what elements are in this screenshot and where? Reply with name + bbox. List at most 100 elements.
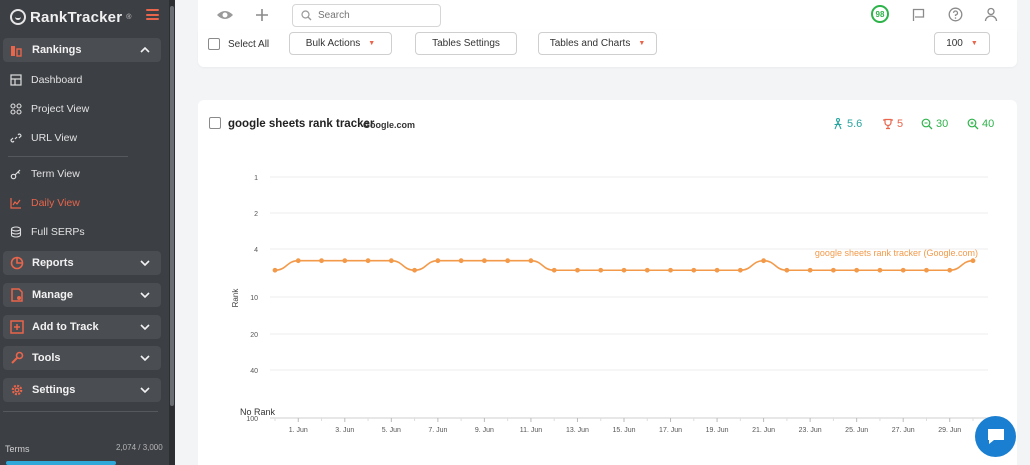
chat-button[interactable] xyxy=(975,416,1016,457)
best-position-stat: 5 xyxy=(882,118,903,130)
nav-item-full-serps[interactable]: Full SERPs xyxy=(10,222,160,242)
chevron-down-icon[interactable] xyxy=(137,353,153,364)
tables-settings-button[interactable]: Tables Settings xyxy=(415,32,517,55)
nav-group-manage[interactable]: Manage xyxy=(3,283,161,307)
search-icon xyxy=(301,10,312,21)
data-point xyxy=(877,267,883,273)
sidebar-scrollbar-thumb[interactable] xyxy=(170,6,174,406)
x-tick-label: 1. Jun xyxy=(289,427,308,434)
nav-item-project-view[interactable]: Project View xyxy=(10,99,160,119)
chevron-down-icon[interactable] xyxy=(137,290,153,301)
user-icon[interactable] xyxy=(983,6,999,22)
nav-item-label: Dashboard xyxy=(31,74,83,86)
data-point xyxy=(295,258,301,264)
page-size-select[interactable]: 100 ▼ xyxy=(934,32,990,55)
y-tick-label: 2 xyxy=(254,211,258,218)
data-point xyxy=(528,258,534,264)
data-point xyxy=(668,267,673,273)
nav-item-label: Project View xyxy=(31,103,90,115)
eye-icon[interactable] xyxy=(216,7,234,23)
x-tick-label: 29. Jun xyxy=(938,427,961,434)
data-point xyxy=(272,267,278,273)
plus-square-icon xyxy=(10,320,24,334)
data-point xyxy=(691,267,697,273)
nav-group-settings[interactable]: Settings xyxy=(3,378,161,402)
nav-item-label: URL View xyxy=(31,132,78,144)
y-tick-label: 20 xyxy=(250,332,258,339)
y-tick-label: 10 xyxy=(250,295,258,302)
nav-group-rankings[interactable]: Rankings xyxy=(3,38,161,62)
nav-item-term-view[interactable]: Term View xyxy=(10,164,160,184)
tables-and-charts-dropdown[interactable]: Tables and Charts ▼ xyxy=(538,32,657,55)
caret-down-icon: ▼ xyxy=(368,40,376,47)
search-zoom-icon xyxy=(921,118,933,130)
search-stat-2-value: 40 xyxy=(982,118,995,130)
data-point xyxy=(575,267,580,273)
person-icon xyxy=(834,118,842,130)
health-score-badge[interactable]: 98 xyxy=(871,5,889,23)
select-all-label[interactable]: Select All xyxy=(228,39,269,50)
sidebar-scrollbar[interactable] xyxy=(169,0,175,465)
select-all-checkbox[interactable] xyxy=(208,38,220,50)
data-point xyxy=(412,267,417,273)
rankings-icon xyxy=(10,43,24,57)
avg-position-stat: 5.6 xyxy=(832,118,862,130)
data-point xyxy=(458,258,464,264)
data-point xyxy=(388,258,394,264)
nav-item-url-view[interactable]: URL View xyxy=(10,128,160,148)
data-point xyxy=(854,267,860,273)
chevron-up-icon[interactable] xyxy=(137,45,153,56)
series-label: google sheets rank tracker (Google.com) xyxy=(815,248,978,258)
nav-group-tools[interactable]: Tools xyxy=(3,346,161,370)
search-stat-1-value: 30 xyxy=(936,118,949,130)
nav-item-label: Full SERPs xyxy=(31,226,85,238)
data-point xyxy=(551,267,557,273)
chevron-down-icon[interactable] xyxy=(137,385,153,396)
bulk-actions-dropdown[interactable]: Bulk Actions ▼ xyxy=(289,32,392,55)
best-position-value: 5 xyxy=(897,118,904,130)
data-point xyxy=(970,258,976,264)
keyword-checkbox[interactable] xyxy=(209,117,221,129)
terms-link[interactable]: Terms xyxy=(5,444,30,454)
nav-group-reports[interactable]: Reports xyxy=(3,251,161,275)
dashboard-icon xyxy=(10,74,22,86)
data-point xyxy=(761,258,766,264)
key-icon xyxy=(10,168,22,180)
help-icon[interactable] xyxy=(947,6,963,22)
y-tick-label: 4 xyxy=(254,247,258,254)
nav-item-dashboard[interactable]: Dashboard xyxy=(10,70,160,90)
keyword-quota: 2,074 / 3,000 xyxy=(116,443,163,452)
x-tick-label: 21. Jun xyxy=(752,427,775,434)
wrench-icon xyxy=(10,351,24,365)
avg-position-value: 5.6 xyxy=(847,118,863,130)
chat-bubble-icon xyxy=(987,429,1004,444)
x-tick-label: 5. Jun xyxy=(382,427,401,434)
flag-icon[interactable] xyxy=(910,7,926,23)
keyword-title[interactable]: google sheets rank tracker xyxy=(228,118,374,130)
quota-progress-bar xyxy=(6,461,116,465)
link-icon xyxy=(10,132,22,144)
search-input[interactable] xyxy=(318,10,428,21)
nav-group-add-to-track[interactable]: Add to Track xyxy=(3,315,161,339)
caret-down-icon: ▼ xyxy=(638,40,646,47)
nav-item-daily-view[interactable]: Daily View xyxy=(10,193,160,213)
x-tick-label: 13. Jun xyxy=(566,427,589,434)
data-point xyxy=(737,267,743,273)
plus-icon[interactable] xyxy=(254,7,270,23)
y-axis-title: Rank xyxy=(231,288,240,308)
x-tick-label: 19. Jun xyxy=(706,427,729,434)
chevron-down-icon[interactable] xyxy=(137,322,153,333)
app-logo[interactable]: RankTracker ® xyxy=(10,7,131,27)
data-point xyxy=(900,267,906,273)
menu-toggle-icon[interactable] xyxy=(146,9,159,20)
search-box[interactable] xyxy=(292,4,441,27)
search-stat-2: 40 xyxy=(967,118,994,130)
chevron-down-icon[interactable] xyxy=(137,258,153,269)
data-point xyxy=(714,267,720,273)
data-point xyxy=(342,258,348,264)
page-size-value: 100 xyxy=(946,38,963,49)
search-stat-1: 30 xyxy=(921,118,948,130)
logo-trademark: ® xyxy=(126,13,132,21)
nav-group-label: Reports xyxy=(32,257,74,269)
y-tick-label: 40 xyxy=(250,368,258,375)
